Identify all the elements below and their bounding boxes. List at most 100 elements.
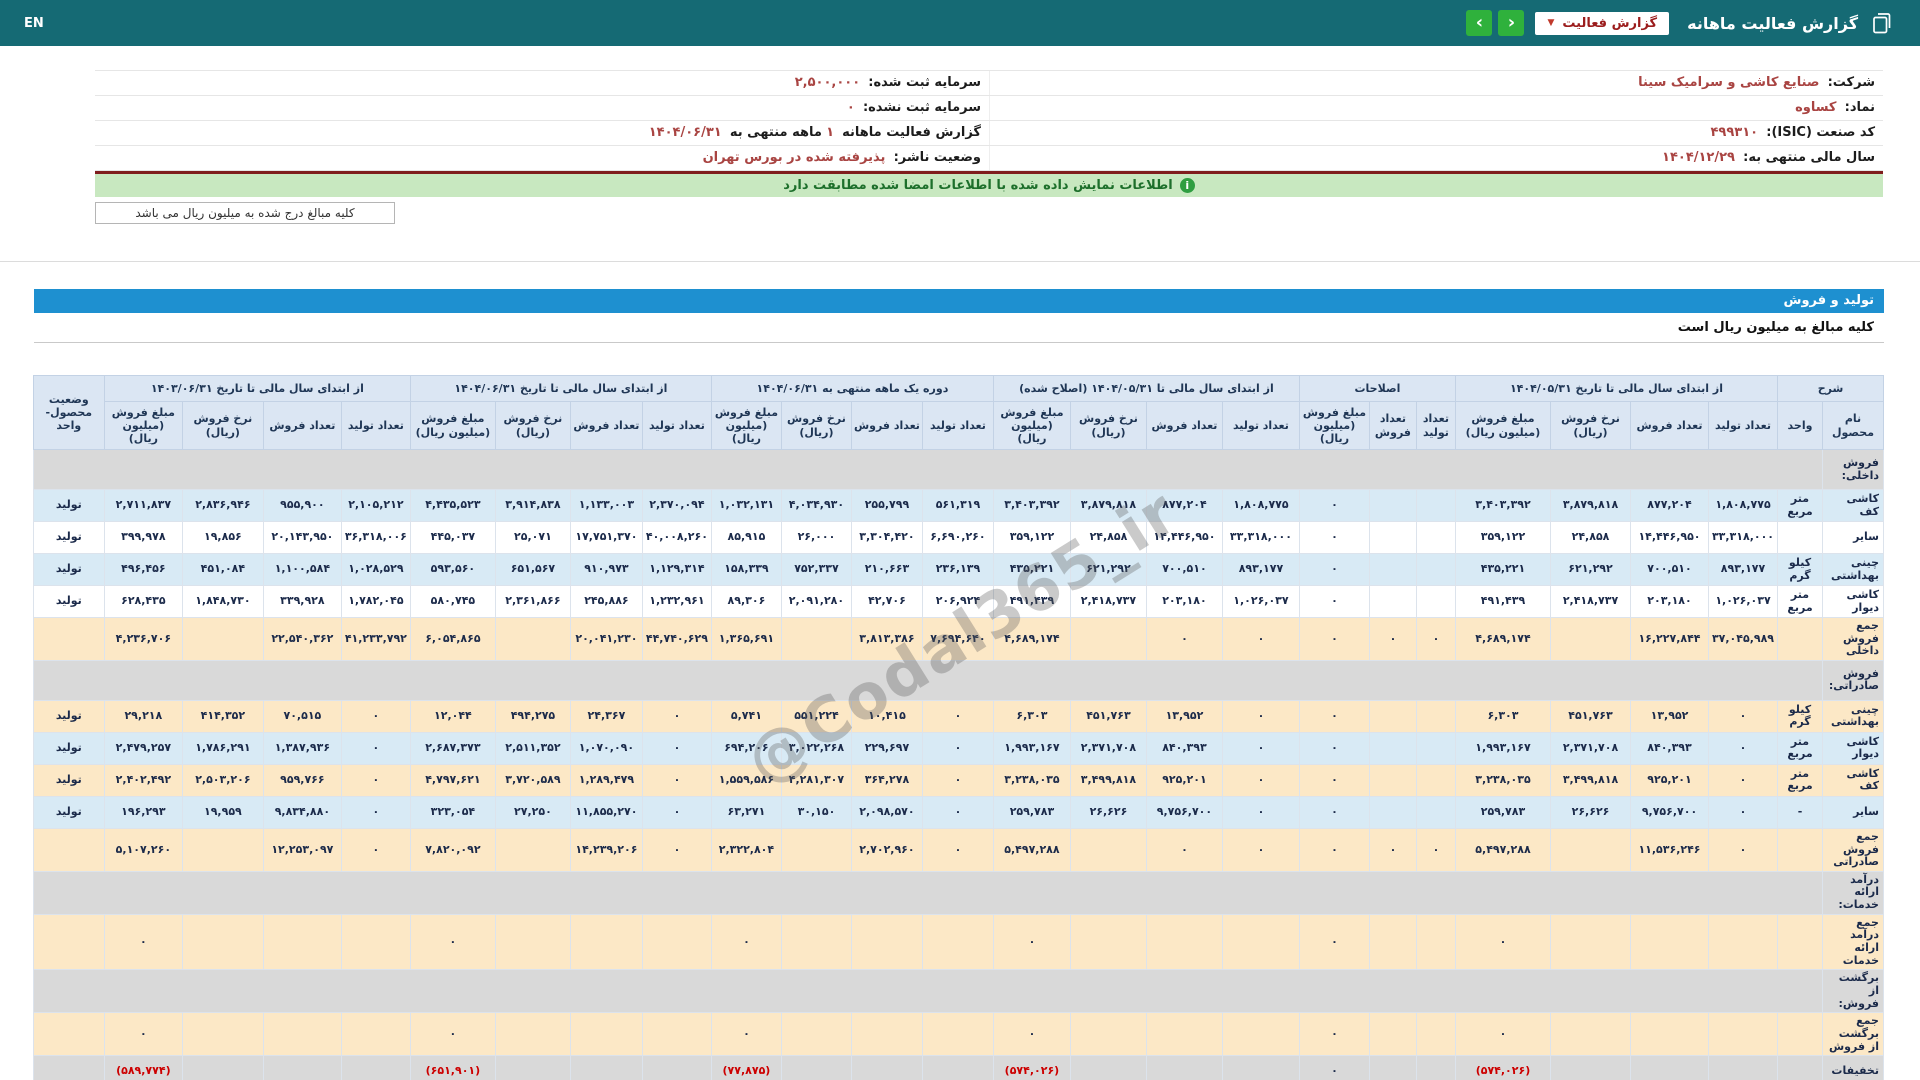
product-name-cell: جمع برگشت از فروش — [1822, 1012, 1884, 1057]
column-header: نرخ فروش (ریال) — [494, 401, 571, 450]
value-cell: ۶۲۸,۴۳۵ — [103, 585, 183, 618]
column-header: تعداد فروش — [1630, 401, 1709, 450]
status-cell — [32, 1012, 105, 1057]
value-cell: ۳۹۹,۹۷۸ — [103, 521, 183, 554]
value-cell: ۲۶,۰۰۰ — [780, 521, 852, 554]
value-cell: ۰ — [1708, 731, 1778, 765]
symbol-link[interactable]: کساوه — [1795, 100, 1836, 115]
value-cell — [1550, 913, 1631, 971]
unregistered-capital-field: سرمایه ثبت نشده: ۰ — [95, 96, 989, 120]
value-cell — [494, 913, 571, 971]
prev-report-button[interactable]: ‹ — [1498, 10, 1525, 36]
value-cell — [1415, 795, 1456, 829]
period-group-header: از ابتدای سال مالی تا تاریخ ۱۴۰۳/۰۶/۳۱ — [103, 375, 411, 402]
product-name-cell: کاشی کف — [1822, 763, 1884, 797]
value-cell: ۰ — [1298, 489, 1370, 522]
info-value: پذیرفته شده در بورس تهران — [702, 150, 886, 165]
value-cell: ۴۴۵,۰۳۷ — [409, 521, 496, 554]
value-cell: ۶,۰۵۴,۸۶۵ — [409, 617, 496, 661]
value-cell: ۱,۲۳۲,۹۶۱ — [641, 585, 712, 618]
value-cell: ۲۴۵,۸۸۶ — [569, 585, 643, 618]
value-cell — [921, 1012, 994, 1057]
column-header: نرخ فروش (ریال) — [1069, 401, 1147, 450]
info-row: سال مالی منتهی به: ۱۴۰۴/۱۲/۲۹ وضعیت ناشر… — [95, 146, 1883, 171]
value-cell — [494, 1012, 571, 1057]
report-period-field: گزارش فعالیت ماهانه ۱ ماهه منتهی به ۱۴۰۴… — [95, 121, 989, 145]
value-cell: ۱۲,۰۴۴ — [409, 699, 496, 733]
page-title: گزارش فعالیت ماهانه — [1687, 13, 1858, 33]
value-cell — [1415, 731, 1456, 765]
value-cell: ۲,۱۰۵,۲۱۲ — [340, 489, 411, 522]
value-cell: ۰ — [1368, 827, 1417, 872]
column-header: تعداد فروش — [1368, 401, 1417, 450]
section-fill — [32, 870, 1824, 915]
value-cell: ۳,۴۹۹,۸۱۸ — [1069, 763, 1147, 797]
production-table: شرح از ابتدای سال مالی تا تاریخ ۱۴۰۴/۰۵/۳… — [32, 375, 1884, 1080]
value-cell — [340, 1012, 411, 1057]
value-cell — [1415, 521, 1456, 554]
value-cell: ۰ — [1221, 795, 1300, 829]
value-cell: ۰ — [1298, 699, 1370, 733]
next-report-button[interactable]: › — [1466, 10, 1493, 36]
value-cell: ۴۱,۲۳۳,۷۹۲ — [340, 617, 411, 661]
value-cell — [1145, 913, 1223, 971]
value-cell — [1221, 1012, 1300, 1057]
period-group-header: اصلاحات — [1298, 375, 1456, 402]
product-name-cell: کاشی کف — [1822, 489, 1884, 522]
company-name-link[interactable]: صنایع کاشی و سرامیک سینا — [1638, 75, 1819, 90]
section-label: فروش صادراتی: — [1822, 659, 1884, 701]
value-cell: ۰ — [1415, 617, 1456, 661]
value-cell — [1069, 1055, 1147, 1080]
column-header: تعداد فروش — [1145, 401, 1223, 450]
value-cell: ۲۰,۰۴۱,۲۳۰ — [569, 617, 643, 661]
value-cell: ۹۲۵,۲۰۱ — [1145, 763, 1223, 797]
section-label: درآمد ارائه خدمات: — [1822, 870, 1884, 915]
table-row: کاشی کف متر مربع ۱,۸۰۸,۷۷۵ ۸۷۷,۲۰۴ ۳,۸۷۹,۸۱۸… — [32, 489, 1884, 522]
value-cell: ۷,۸۲۰,۰۹۲ — [409, 827, 496, 872]
value-cell: ۱,۸۰۸,۷۷۵ — [1221, 489, 1300, 522]
value-cell — [340, 1055, 411, 1080]
main-content: تولید و فروش کلیه مبالغ به میلیون ریال ا… — [32, 289, 1884, 1080]
value-cell: ۱,۳۶۵,۶۹۱ — [710, 617, 782, 661]
value-cell: ۲,۳۷۰,۰۹۴ — [641, 489, 712, 522]
value-cell: ۰ — [1298, 1055, 1370, 1080]
value-cell — [641, 1055, 712, 1080]
language-en-link[interactable]: EN — [24, 16, 44, 31]
value-cell: ۲,۶۸۷,۳۷۳ — [409, 731, 496, 765]
section-label: برگشت از فروش: — [1822, 969, 1884, 1014]
unit-cell — [1777, 913, 1823, 971]
status-cell — [32, 617, 105, 661]
value-cell: ۷۵۲,۳۳۷ — [780, 553, 852, 586]
value-cell: ۰ — [1454, 913, 1552, 971]
value-cell: ۱,۹۹۳,۱۶۷ — [1454, 731, 1552, 765]
value-cell: ۶۹۴,۲۰۶ — [710, 731, 782, 765]
value-cell: ۰ — [641, 795, 712, 829]
value-cell — [921, 1055, 994, 1080]
value-cell: ۳۲۳,۰۵۴ — [409, 795, 496, 829]
value-cell: ۳,۴۰۳,۳۹۲ — [1454, 489, 1552, 522]
product-name-cell: جمع فروش صادراتی — [1822, 827, 1884, 872]
column-header: مبلغ فروش (میلیون ریال) — [409, 401, 496, 450]
value-cell: ۴۹۴,۲۷۵ — [494, 699, 571, 733]
value-cell: ۱۴,۲۳۹,۲۰۶ — [569, 827, 643, 872]
value-cell — [1415, 585, 1456, 618]
report-type-select[interactable]: گزارش فعالیت ▼ — [1535, 11, 1670, 35]
section-fill — [32, 449, 1824, 490]
table-row: کاشی دیوار متر مربع ۱,۰۲۶,۰۳۷ ۲۰۳,۱۸۰ ۲,۴۱۸,… — [32, 585, 1884, 618]
value-cell — [1368, 699, 1417, 733]
info-icon: i — [1179, 178, 1195, 193]
value-cell: ۸۷۷,۲۰۴ — [1145, 489, 1223, 522]
value-cell: ۶۵۱,۵۶۷ — [494, 553, 571, 586]
value-cell: ۴۲,۷۰۶ — [850, 585, 923, 618]
column-header: تعداد تولید — [340, 401, 411, 450]
value-cell — [1221, 1055, 1300, 1080]
value-cell: ۲,۳۲۲,۸۰۴ — [710, 827, 782, 872]
column-header: نرخ فروش (ریال) — [780, 401, 852, 450]
value-cell: ۲۰۳,۱۸۰ — [1145, 585, 1223, 618]
value-cell — [780, 1012, 852, 1057]
value-cell: ۰ — [409, 1012, 496, 1057]
value-cell — [1368, 1012, 1417, 1057]
status-cell — [32, 913, 105, 971]
unit-column-header: واحد — [1777, 401, 1823, 450]
value-cell: ۱۴,۴۴۶,۹۵۰ — [1145, 521, 1223, 554]
